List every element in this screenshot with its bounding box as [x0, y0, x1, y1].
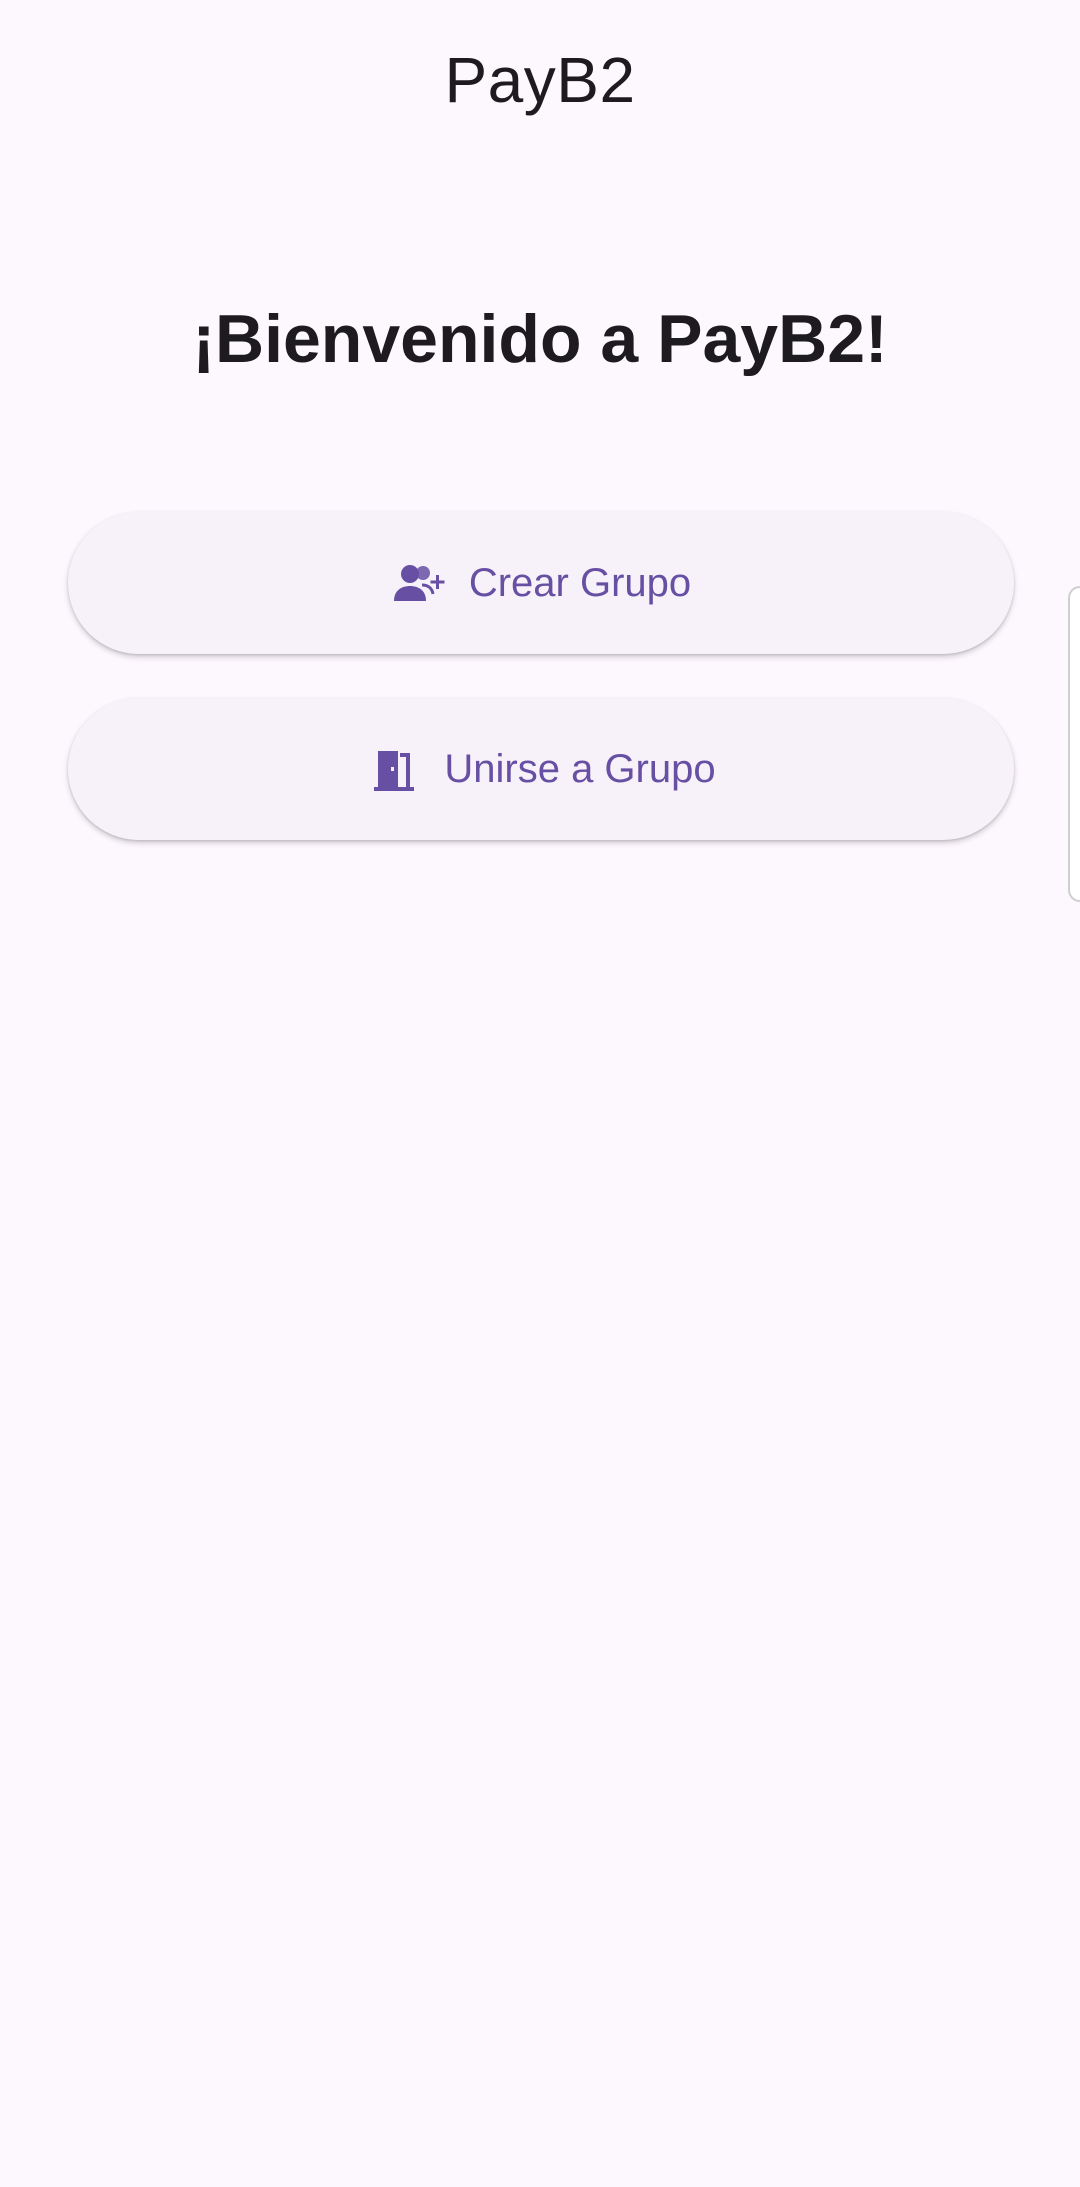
group-add-icon [391, 555, 447, 611]
join-group-button[interactable]: Unirse a Grupo [68, 698, 1014, 840]
app-title: PayB2 [444, 44, 636, 116]
create-group-label: Crear Grupo [468, 561, 692, 605]
door-enter-icon [366, 741, 422, 797]
create-group-button[interactable]: Crear Grupo [68, 512, 1014, 654]
welcome-heading: ¡Bienvenido a PayB2! [192, 301, 888, 377]
join-group-label: Unirse a Grupo [444, 747, 716, 791]
app-bar: PayB2 [0, 0, 1080, 160]
edge-panel-handle[interactable] [1068, 586, 1080, 902]
